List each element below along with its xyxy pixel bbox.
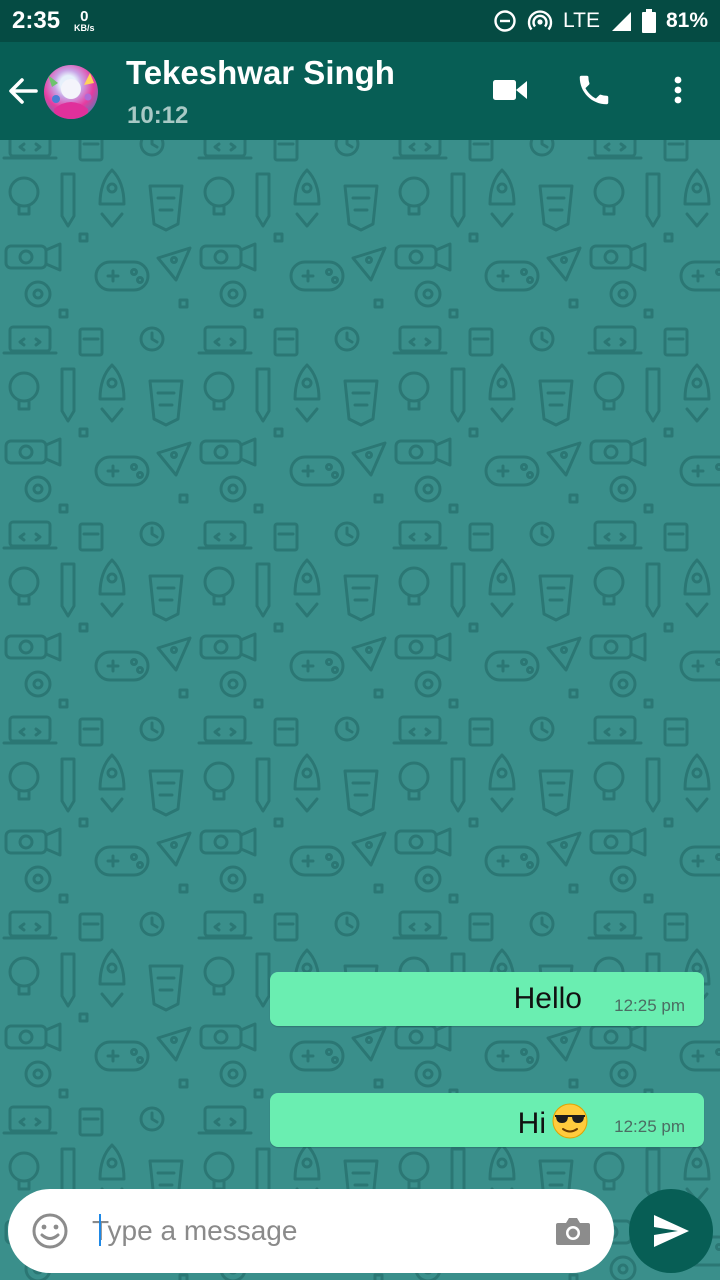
network-speed: 0 KB/s bbox=[74, 9, 95, 33]
emoji-icon[interactable] bbox=[30, 1211, 70, 1251]
message-input[interactable] bbox=[92, 1207, 532, 1255]
status-left: 2:35 0 KB/s bbox=[12, 7, 95, 35]
status-right: LTE 81% bbox=[493, 9, 708, 33]
more-vert-icon[interactable] bbox=[664, 70, 692, 115]
battery-percent: 81% bbox=[665, 9, 708, 32]
phone-icon[interactable] bbox=[575, 70, 613, 115]
message-time: 12:25 pm bbox=[614, 1117, 685, 1136]
message-bubble[interactable]: Hi 12:25 pm bbox=[270, 1093, 704, 1147]
network-speed-value: 0 bbox=[80, 8, 89, 25]
do-not-disturb-icon bbox=[493, 9, 517, 33]
message-bubble[interactable]: Hello 12:25 pm bbox=[270, 972, 704, 1026]
status-bar: 2:35 0 KB/s LTE 81% bbox=[0, 0, 720, 42]
battery-icon bbox=[641, 9, 656, 33]
send-icon bbox=[654, 1215, 689, 1247]
contact-name[interactable]: Tekeshwar Singh bbox=[126, 54, 395, 92]
back-arrow-icon[interactable] bbox=[6, 74, 40, 108]
sunglasses-emoji-icon bbox=[552, 1103, 588, 1139]
status-time: 2:35 bbox=[12, 7, 61, 34]
text-cursor bbox=[99, 1214, 101, 1246]
network-speed-unit: KB/s bbox=[74, 23, 95, 33]
contact-status: 10:12 bbox=[127, 102, 189, 129]
hotspot-icon bbox=[527, 9, 553, 33]
avatar[interactable] bbox=[44, 65, 98, 119]
network-type: LTE bbox=[563, 9, 600, 32]
chat-header: Tekeshwar Singh 10:12 bbox=[0, 42, 720, 140]
message-text: Hello bbox=[513, 982, 582, 1015]
message-text: Hi bbox=[517, 1107, 546, 1140]
message-composer bbox=[8, 1189, 614, 1273]
send-button[interactable] bbox=[629, 1189, 713, 1273]
video-call-icon[interactable] bbox=[492, 70, 528, 115]
signal-icon bbox=[610, 10, 632, 32]
camera-icon[interactable] bbox=[554, 1212, 592, 1250]
message-content: Hi bbox=[518, 1103, 588, 1141]
message-time: 12:25 pm bbox=[614, 996, 685, 1015]
